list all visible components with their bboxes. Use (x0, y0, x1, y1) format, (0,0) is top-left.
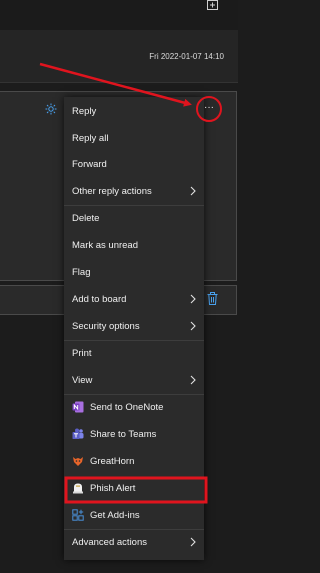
trash-icon[interactable] (207, 292, 218, 305)
menu-item-label: Flag (72, 266, 91, 278)
chevron-right-icon (190, 294, 196, 304)
menu-item-reply-all[interactable]: Reply all (64, 125, 204, 151)
menu-item-add-to-board[interactable]: Add to board (64, 286, 204, 312)
menu-item-label: Delete (72, 212, 100, 224)
chevron-right-icon (190, 321, 196, 331)
menu-item-greathorn[interactable]: GreatHorn (64, 448, 204, 474)
menu-item-label: Share to Teams (90, 428, 157, 440)
menu-item-label: Advanced actions (72, 536, 147, 548)
menu-item-delete[interactable]: Delete (64, 205, 204, 231)
menu-item-other-reply-actions[interactable]: Other reply actions (64, 178, 204, 204)
menu-item-mark-as-unread[interactable]: Mark as unread (64, 232, 204, 258)
teams-icon (72, 428, 84, 439)
menu-item-label: Mark as unread (72, 239, 139, 251)
message-date: Fri 2022-01-07 14:10 (149, 52, 224, 61)
pop-out-icon[interactable] (207, 0, 218, 10)
menu-item-label: Add to board (72, 293, 127, 305)
menu-item-share-to-teams[interactable]: Share to Teams (64, 421, 204, 447)
menu-item-label: Get Add-ins (90, 509, 140, 521)
menu-item-label: Security options (72, 320, 140, 332)
menu-item-flag[interactable]: Flag (64, 259, 204, 285)
greathorn-icon (73, 457, 83, 466)
menu-item-label: View (72, 374, 93, 386)
more-actions-button[interactable]: ··· (199, 101, 219, 115)
onenote-icon (72, 401, 84, 413)
menu-item-label: Phish Alert (90, 482, 136, 494)
menu-item-reply[interactable]: Reply (64, 98, 204, 124)
menu-item-label: Other reply actions (72, 185, 152, 197)
menu-item-send-to-onenote[interactable]: Send to OneNote (64, 394, 204, 420)
sun-icon (45, 103, 57, 115)
menu-item-label: Send to OneNote (90, 401, 164, 413)
app-window: Fri 2022-01-07 14:10 Reply Reply all For… (0, 0, 238, 573)
menu-item-label: Forward (72, 158, 107, 170)
menu-item-forward[interactable]: Forward (64, 151, 204, 177)
add-ins-icon (72, 509, 84, 521)
menu-item-label: Reply (72, 105, 97, 117)
menu-item-security-options[interactable]: Security options (64, 313, 204, 339)
phish-alert-icon (73, 483, 83, 494)
chevron-right-icon (190, 375, 196, 385)
menu-item-label: Print (72, 347, 92, 359)
menu-item-advanced-actions[interactable]: Advanced actions (64, 529, 204, 555)
more-actions-menu: Reply Reply all Forward Other reply acti… (64, 97, 204, 560)
top-strip (0, 0, 238, 30)
menu-item-print[interactable]: Print (64, 340, 204, 366)
chevron-right-icon (190, 186, 196, 196)
menu-item-label: GreatHorn (90, 455, 135, 467)
menu-item-view[interactable]: View (64, 367, 204, 393)
menu-item-phish-alert[interactable]: Phish Alert (64, 475, 204, 501)
chevron-right-icon (190, 537, 196, 547)
menu-item-get-add-ins[interactable]: Get Add-ins (64, 502, 204, 528)
menu-item-label: Reply all (72, 132, 109, 144)
